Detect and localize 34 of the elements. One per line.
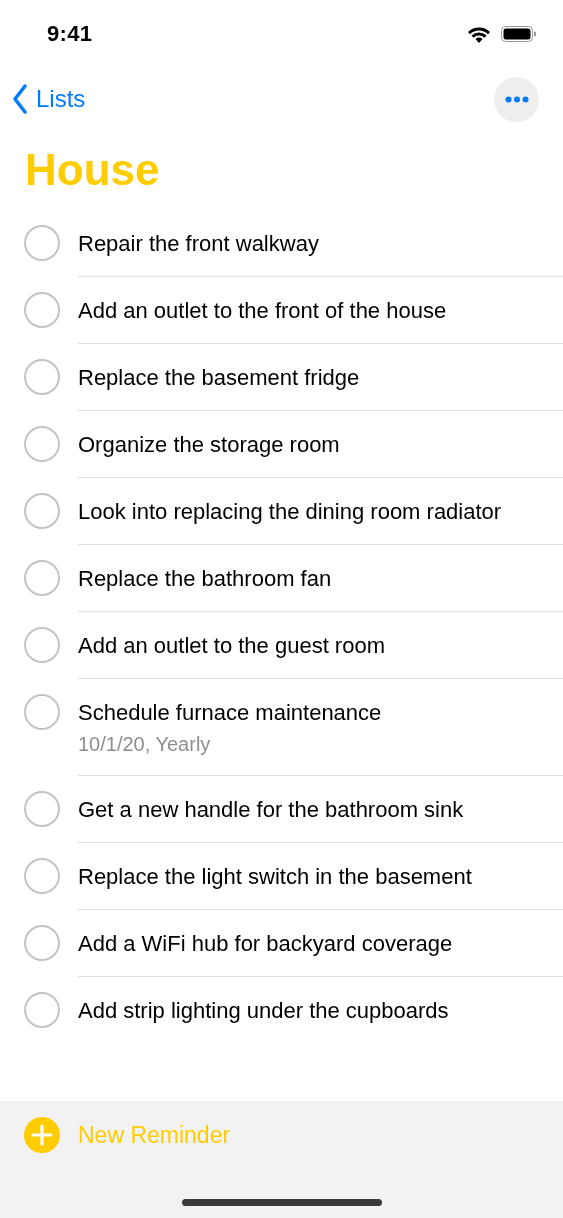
checkbox[interactable] [24,992,60,1028]
chevron-left-icon [12,84,28,114]
reminder-title: Add an outlet to the guest room [78,632,386,660]
status-time: 9:41 [47,21,93,47]
checkbox[interactable] [24,426,60,462]
reminder-title: Add an outlet to the front of the house [78,297,448,325]
reminder-title: Look into replacing the dining room radiator [78,498,503,526]
checkbox[interactable] [24,694,60,730]
wifi-icon [467,25,491,43]
back-button[interactable]: Lists [12,84,86,114]
checkbox[interactable] [24,493,60,529]
reminder-title: Replace the light switch in the basement [78,863,473,891]
checkbox[interactable] [24,359,60,395]
more-button[interactable] [494,76,539,122]
checkbox[interactable] [24,627,60,663]
reminder-title: Repair the front walkway [78,230,320,258]
reminder-title: Organize the storage room [78,431,341,459]
reminder-title: Add a WiFi hub for backyard coverage [78,930,454,958]
list-title: House [24,144,161,196]
battery-icon [501,26,536,42]
reminder-title: Schedule furnace maintenance [78,699,383,727]
checkbox[interactable] [24,292,60,328]
reminder-title: Get a new handle for the bathroom sink [78,796,465,824]
checkbox[interactable] [24,560,60,596]
checkbox[interactable] [24,858,60,894]
reminder-title: Add strip lighting under the cupboards [78,997,450,1025]
reminder-title: Replace the basement fridge [78,364,361,392]
checkbox[interactable] [24,791,60,827]
plus-circle-icon [24,1117,60,1153]
reminder-title: Replace the bathroom fan [78,565,333,593]
reminder-detail: 10/1/20, Yearly [78,732,212,757]
checkbox[interactable] [24,225,60,261]
ellipsis-icon [504,95,529,103]
checkbox[interactable] [24,925,60,961]
